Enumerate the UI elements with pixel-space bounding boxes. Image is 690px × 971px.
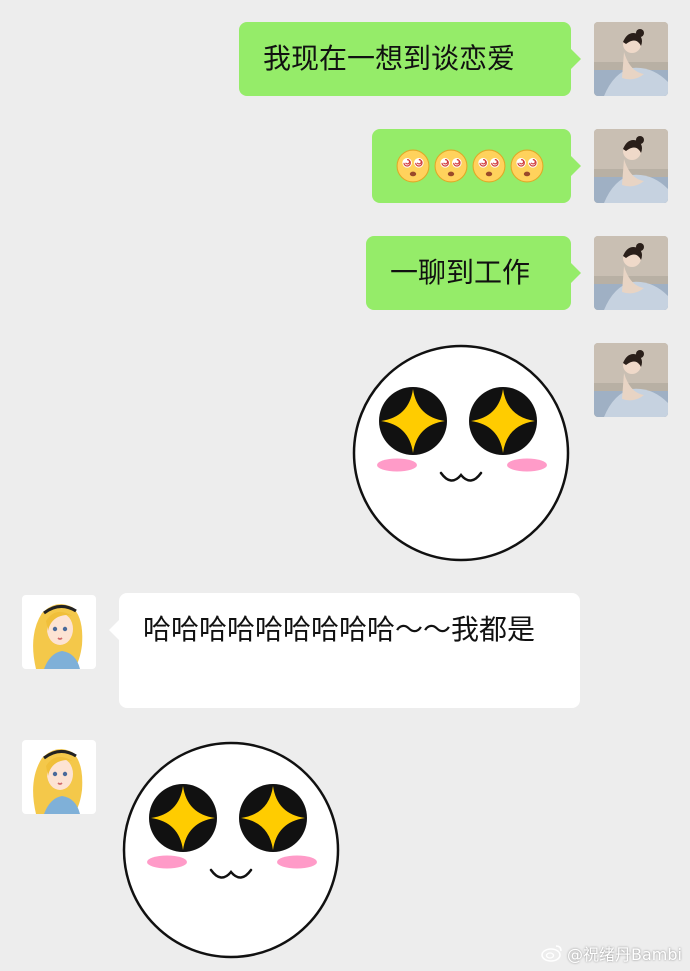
starry-eyes-sticker[interactable] <box>351 343 571 563</box>
starry-eyes-face-icon <box>351 343 571 563</box>
starry-eyes-sticker[interactable] <box>121 740 341 960</box>
starry-eyes-face-icon <box>121 740 341 960</box>
message-bubble-self[interactable]: 我现在一想到谈恋爱 <box>239 22 581 96</box>
message-bubble-self[interactable] <box>372 129 581 203</box>
dizzy-face-icon <box>510 149 544 183</box>
other-avatar[interactable] <box>22 740 96 814</box>
message-text: 一聊到工作 <box>390 256 531 289</box>
message-bubble-other[interactable]: 哈哈哈哈哈哈哈哈哈～～我都是 <box>109 593 580 708</box>
weibo-icon <box>541 945 562 962</box>
self-avatar[interactable] <box>594 343 668 417</box>
message-text: 我现在一想到谈恋爱 <box>263 42 516 75</box>
dizzy-face-icon <box>434 149 468 183</box>
watermark: @祝绪丹Bambi <box>541 941 682 965</box>
message-bubble-self[interactable]: 一聊到工作 <box>366 236 581 310</box>
self-avatar[interactable] <box>594 129 668 203</box>
watermark-text: @祝绪丹Bambi <box>567 945 682 964</box>
dizzy-face-icon <box>396 149 430 183</box>
other-avatar[interactable] <box>22 595 96 669</box>
dizzy-face-icon <box>472 149 506 183</box>
self-avatar[interactable] <box>594 22 668 96</box>
message-text: 哈哈哈哈哈哈哈哈哈～～我都是 <box>143 613 536 646</box>
self-avatar[interactable] <box>594 236 668 310</box>
